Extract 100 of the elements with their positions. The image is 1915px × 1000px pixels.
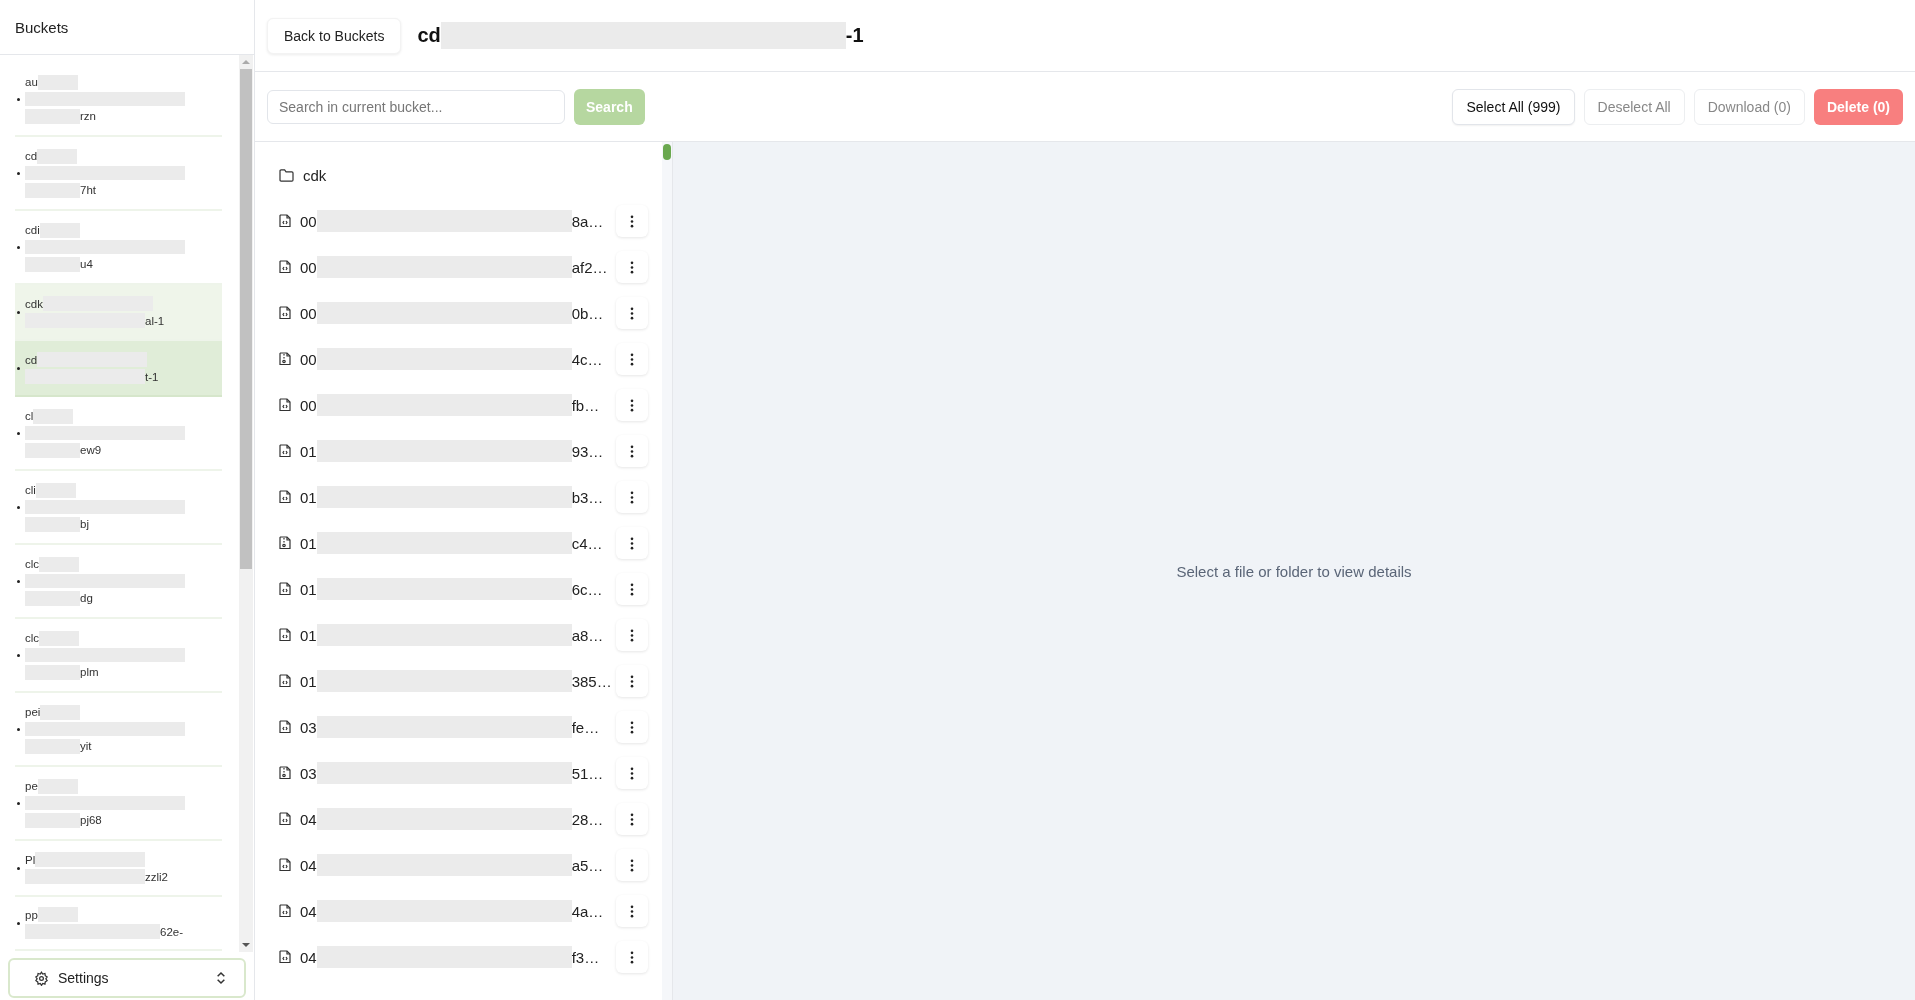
more-icon: [630, 536, 634, 550]
more-options-button[interactable]: [616, 941, 648, 973]
more-options-button[interactable]: [616, 389, 648, 421]
file-name-end: fb…: [571, 396, 600, 414]
file-name-end: 4a…: [571, 902, 604, 920]
bucket-name-end: yit: [80, 740, 92, 752]
empty-details-message: Select a file or folder to view details: [1176, 562, 1412, 580]
bucket-item[interactable]: pe pj68: [15, 767, 222, 841]
more-options-button[interactable]: [616, 895, 648, 927]
bucket-item[interactable]: cd t-1: [15, 341, 222, 397]
more-options-button[interactable]: [616, 711, 648, 743]
folder-icon: [279, 168, 294, 182]
file-name-start: 00: [300, 212, 317, 230]
code-file-icon: [279, 812, 291, 826]
bullet-icon: [17, 801, 20, 805]
more-options-button[interactable]: [616, 343, 648, 375]
bullet-icon: [17, 310, 20, 314]
scrollbar[interactable]: [239, 55, 253, 952]
bucket-name-end: u4: [80, 258, 93, 270]
bucket-name-start: cli: [25, 484, 36, 496]
more-options-button[interactable]: [616, 757, 648, 789]
bucket-name-end: rzn: [80, 110, 96, 122]
bullet-icon: [17, 921, 20, 925]
file-name-start: 01: [300, 488, 317, 506]
bucket-name-start: pe: [25, 780, 38, 792]
file-name-end: fe…: [571, 718, 600, 736]
more-options-button[interactable]: [616, 849, 648, 881]
file-name-end: af2…: [571, 258, 608, 276]
bucket-name-end: ew9: [80, 444, 102, 456]
bucket-name-start: cl: [25, 410, 34, 422]
code-file-icon: [279, 858, 291, 872]
more-options-button[interactable]: [616, 251, 648, 283]
file-name-start: 00: [300, 396, 317, 414]
bullet-icon: [17, 171, 20, 175]
more-icon: [630, 812, 634, 826]
file-name-end: 4c…: [571, 350, 603, 368]
more-icon: [630, 950, 634, 964]
bucket-name-end: al-1: [145, 314, 165, 327]
file-name-start: 03: [300, 718, 317, 736]
more-options-button[interactable]: [616, 481, 648, 513]
file-name-start: 01: [300, 672, 317, 690]
file-name-start: 04: [300, 948, 317, 966]
more-options-button[interactable]: [616, 297, 648, 329]
bucket-name-end: t-1: [145, 370, 159, 383]
code-file-icon: [279, 260, 291, 274]
bullet-icon: [17, 505, 20, 509]
file-name-start: 00: [300, 350, 317, 368]
bucket-name-start: cd: [25, 150, 38, 162]
file-name-start: 03: [300, 764, 317, 782]
bullet-icon: [17, 653, 20, 657]
file-name-end: 28…: [571, 810, 604, 828]
bullet-icon: [17, 245, 20, 249]
back-button[interactable]: Back to Buckets: [267, 17, 402, 54]
more-icon: [630, 306, 634, 320]
more-icon: [630, 904, 634, 918]
file-name-start: 01: [300, 534, 317, 552]
file-name-start: 04: [300, 902, 317, 920]
chevron-up-down-icon: [216, 971, 226, 985]
more-options-button[interactable]: [616, 573, 648, 605]
file-name-end: c4…: [571, 534, 603, 552]
code-file-icon: [279, 490, 291, 504]
bullet-icon: [17, 727, 20, 731]
more-options-button[interactable]: [616, 435, 648, 467]
bullet-icon: [17, 431, 20, 435]
code-file-icon: [279, 904, 291, 918]
settings-button[interactable]: Settings: [8, 958, 246, 998]
file-name-end: a8…: [571, 626, 604, 644]
file-name-start: 01: [300, 580, 317, 598]
more-icon: [630, 260, 634, 274]
scrollbar-thumb[interactable]: [663, 144, 671, 160]
file-name-start: 01: [300, 626, 317, 644]
file-name-end: b3…: [571, 488, 604, 506]
file-name-start: 04: [300, 810, 317, 828]
more-options-button[interactable]: [616, 619, 648, 651]
file-name-start: 00: [300, 258, 317, 276]
file-name-end: 0b…: [571, 304, 604, 322]
bucket-item[interactable]: cdk al-1: [15, 285, 222, 341]
more-options-button[interactable]: [616, 527, 648, 559]
more-icon: [630, 674, 634, 688]
more-icon: [630, 352, 634, 366]
settings-icon: [34, 970, 49, 986]
action-button[interactable]: Select All (999): [1452, 88, 1575, 125]
more-options-button[interactable]: [616, 665, 648, 697]
file-name-end: 385…: [571, 672, 612, 690]
bucket-name-start: Pl: [25, 853, 36, 866]
more-icon: [630, 858, 634, 872]
more-icon: [630, 628, 634, 642]
search-field[interactable]: Search in current bucket...: [267, 89, 565, 124]
more-options-button[interactable]: [616, 803, 648, 835]
code-file-icon: [279, 214, 291, 228]
more-options-button[interactable]: [616, 205, 648, 237]
folder-item[interactable]: cdk: [279, 166, 327, 184]
bucket-item[interactable]: pp 62e-: [15, 897, 222, 951]
bucket-name-end: pj68: [80, 814, 102, 826]
bucket-item[interactable]: Pl zzli2: [15, 841, 222, 897]
code-file-icon: [279, 950, 291, 964]
bullet-icon: [17, 366, 20, 370]
more-icon: [630, 398, 634, 412]
more-icon: [630, 766, 634, 780]
more-icon: [630, 582, 634, 596]
